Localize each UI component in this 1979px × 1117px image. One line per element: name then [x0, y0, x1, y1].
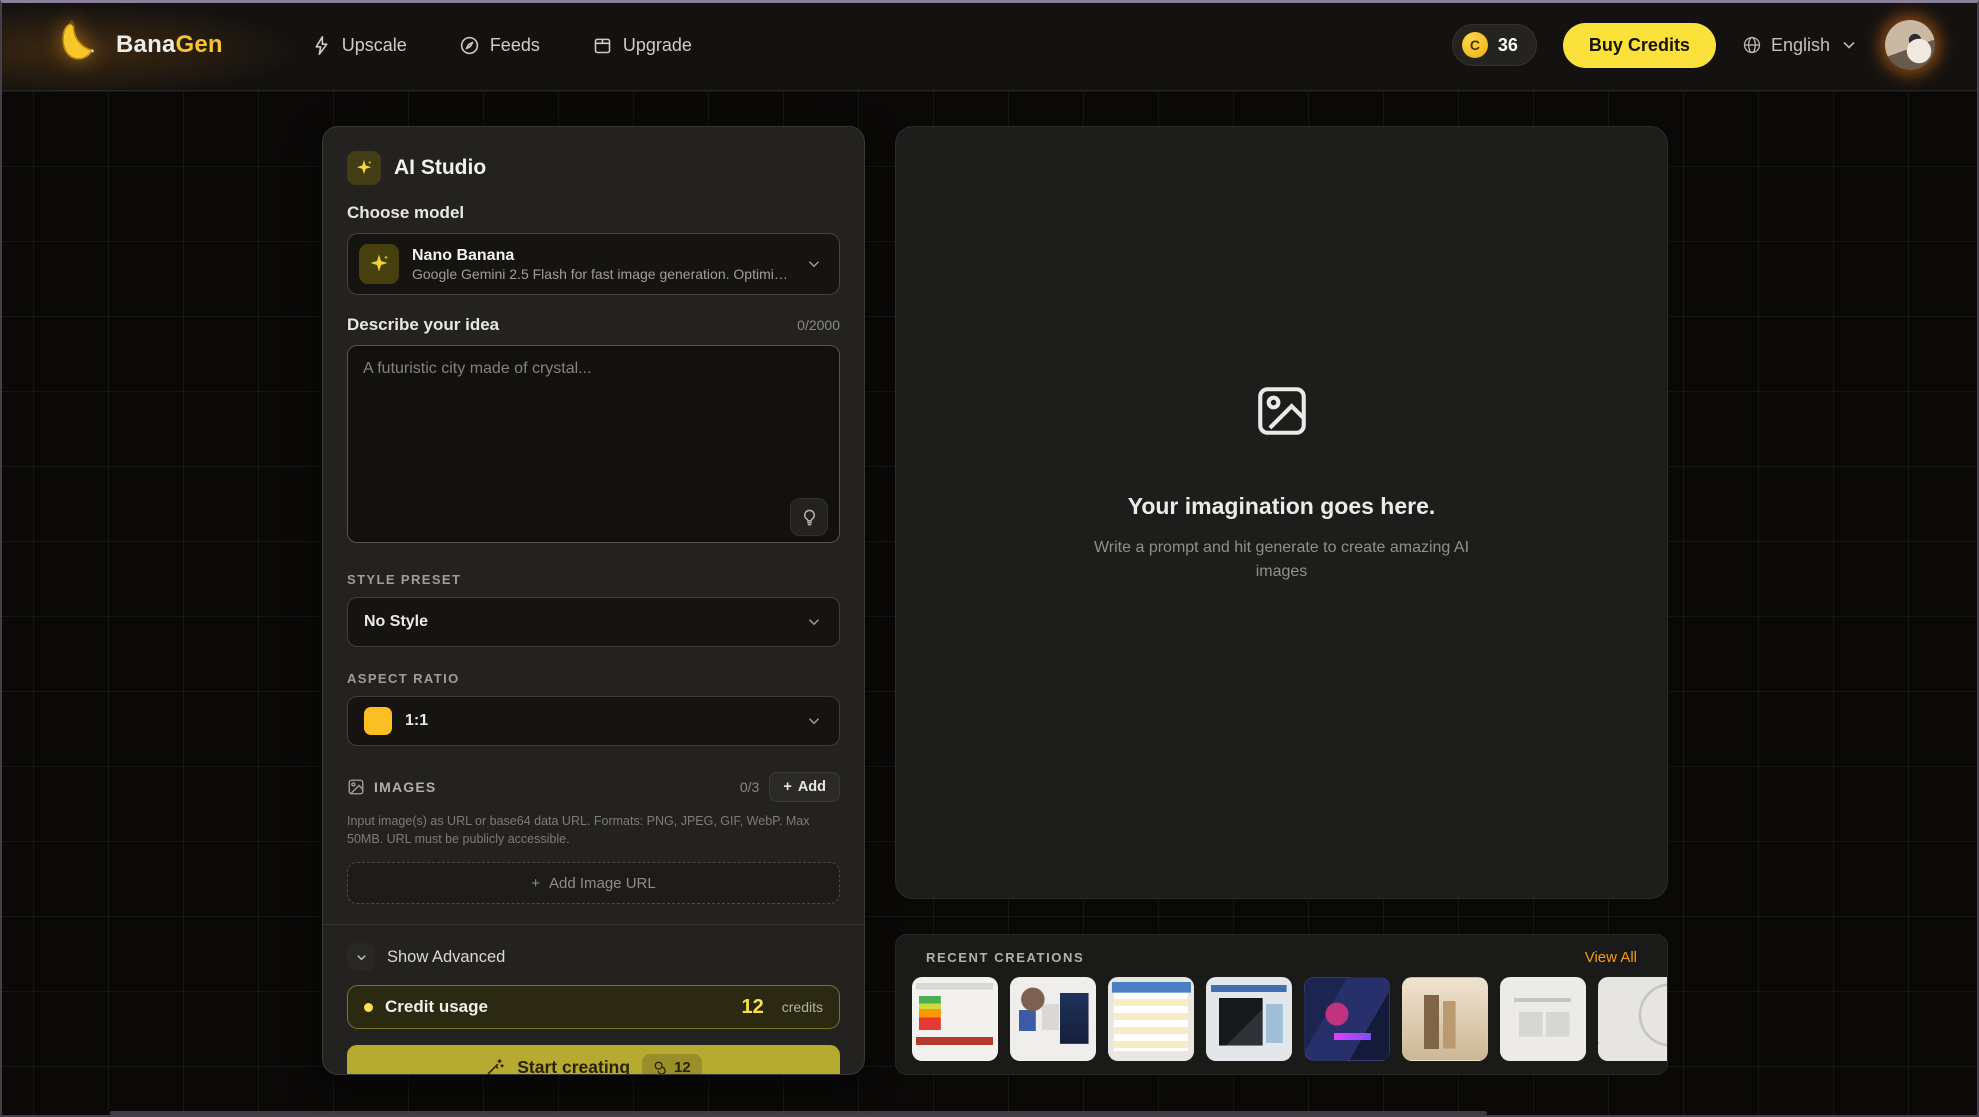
model-sparkle-icon — [359, 244, 399, 284]
prompt-idea-button[interactable] — [790, 498, 828, 536]
image-placeholder-icon — [1253, 382, 1311, 445]
nav-label: Feeds — [490, 35, 540, 56]
nav-upscale[interactable]: Upscale — [311, 35, 407, 56]
compass-icon — [459, 35, 480, 56]
style-preset-label: STYLE PRESET — [347, 572, 840, 587]
style-preset-value: No Style — [364, 613, 792, 631]
images-label: IMAGES — [347, 778, 436, 796]
panel-title: AI Studio — [394, 156, 486, 180]
aspect-ratio-select[interactable]: 1:1 — [347, 696, 840, 746]
thumbnail-row — [912, 977, 1651, 1061]
credit-dot-icon — [364, 1003, 373, 1012]
coins-icon — [653, 1060, 668, 1075]
images-title: IMAGES — [374, 779, 436, 795]
credit-usage-label: Credit usage — [385, 997, 730, 1017]
images-counter: 0/3 — [740, 779, 759, 795]
empty-subtitle: Write a prompt and hit generate to creat… — [1077, 536, 1487, 584]
chevron-down-icon — [347, 943, 375, 971]
lightbulb-icon — [800, 508, 819, 527]
language-selector[interactable]: English — [1742, 35, 1859, 56]
images-section-header: IMAGES 0/3 + Add — [347, 772, 840, 802]
main-nav: Upscale Feeds Upgrade — [311, 35, 692, 56]
aspect-ratio-label: ASPECT RATIO — [347, 671, 840, 686]
prompt-wrap — [347, 345, 840, 548]
top-navbar: BanaGen Upscale Feeds Upgrade C 36 — [0, 0, 1979, 91]
lightning-icon — [311, 35, 332, 56]
credit-usage-bar: Credit usage 12 credits — [347, 985, 840, 1029]
chevron-down-icon — [1839, 35, 1859, 55]
nav-upgrade[interactable]: Upgrade — [592, 35, 692, 56]
header-right: C 36 Buy Credits English — [1452, 20, 1935, 70]
thumbnail[interactable] — [1500, 977, 1586, 1061]
brand-logo-home[interactable]: BanaGen — [56, 19, 223, 71]
image-icon — [347, 778, 365, 796]
thumbnail[interactable] — [1108, 977, 1194, 1061]
prompt-textarea[interactable] — [347, 345, 840, 543]
brand-name: BanaGen — [116, 31, 223, 59]
aspect-ratio-swatch — [364, 707, 392, 735]
thumbnail[interactable] — [1206, 977, 1292, 1061]
start-creating-button[interactable]: Start creating 12 — [347, 1045, 840, 1075]
buy-credits-button[interactable]: Buy Credits — [1563, 23, 1716, 68]
divider — [323, 924, 864, 925]
thumbnail[interactable] — [1304, 977, 1390, 1061]
banana-logo-icon — [56, 19, 102, 71]
coin-icon: C — [1462, 32, 1488, 58]
nav-label: Upgrade — [623, 35, 692, 56]
ai-studio-panel: AI Studio Choose model Nano Banana Googl… — [322, 126, 865, 1075]
credits-pill[interactable]: C 36 — [1452, 24, 1537, 66]
generation-canvas: Your imagination goes here. Write a prom… — [895, 126, 1668, 899]
model-description: Google Gemini 2.5 Flash for fast image g… — [412, 266, 792, 282]
plus-icon: + — [531, 875, 540, 892]
view-all-link[interactable]: View All — [1585, 949, 1637, 966]
gift-icon — [592, 35, 613, 56]
model-name: Nano Banana — [412, 246, 792, 266]
model-texts: Nano Banana Google Gemini 2.5 Flash for … — [412, 246, 792, 282]
aspect-ratio-value: 1:1 — [405, 712, 792, 730]
nav-label: Upscale — [342, 35, 407, 56]
user-avatar[interactable] — [1885, 20, 1935, 70]
sparkle-icon — [347, 151, 381, 185]
style-preset-select[interactable]: No Style — [347, 597, 840, 647]
globe-icon — [1742, 35, 1762, 55]
nav-feeds[interactable]: Feeds — [459, 35, 540, 56]
images-help-text: Input image(s) as URL or base64 data URL… — [347, 812, 840, 848]
credit-usage-unit: credits — [782, 999, 823, 1015]
recent-creations-panel: RECENT CREATIONS View All — [895, 934, 1668, 1075]
add-image-url-button[interactable]: + Add Image URL — [347, 862, 840, 904]
studio-header: AI Studio — [347, 151, 840, 185]
prompt-counter: 0/2000 — [797, 317, 840, 333]
thumbnail[interactable] — [1010, 977, 1096, 1061]
language-label: English — [1771, 35, 1830, 56]
thumbnail[interactable] — [912, 977, 998, 1061]
chevron-down-icon — [805, 613, 823, 631]
model-select[interactable]: Nano Banana Google Gemini 2.5 Flash for … — [347, 233, 840, 295]
credit-usage-value: 12 — [742, 996, 764, 1019]
chevron-down-icon — [805, 255, 823, 273]
recent-creations-label: RECENT CREATIONS — [926, 950, 1084, 965]
magic-wand-icon — [485, 1057, 505, 1075]
plus-icon: + — [783, 779, 791, 795]
thumbnail[interactable] — [1402, 977, 1488, 1061]
empty-title: Your imagination goes here. — [1128, 493, 1436, 520]
show-advanced-toggle[interactable]: Show Advanced — [347, 943, 840, 971]
thumbnail[interactable] — [1598, 977, 1668, 1061]
add-image-button[interactable]: + Add — [769, 772, 840, 802]
choose-model-label: Choose model — [347, 203, 840, 223]
empty-state: Your imagination goes here. Write a prom… — [1077, 382, 1487, 584]
prompt-label: Describe your idea — [347, 315, 499, 335]
start-cost-badge: 12 — [642, 1054, 702, 1075]
chevron-down-icon — [805, 712, 823, 730]
show-advanced-label: Show Advanced — [387, 948, 505, 967]
credits-count: 36 — [1498, 35, 1518, 56]
